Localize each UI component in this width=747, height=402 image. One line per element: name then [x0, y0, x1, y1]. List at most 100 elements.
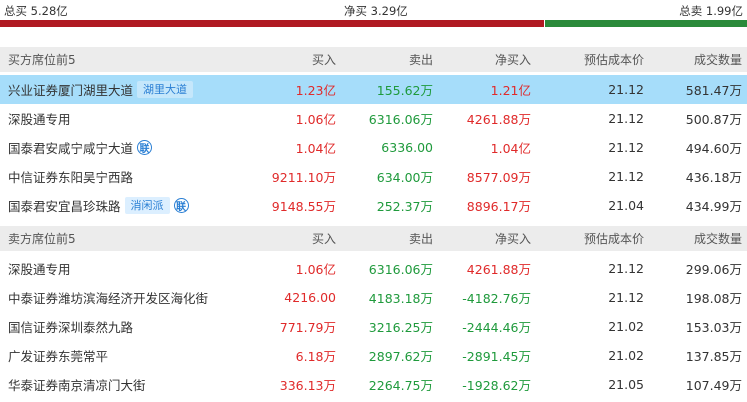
- seat-tag-badge[interactable]: 消闲派: [124, 197, 170, 214]
- sell-section-header-col-0: 卖方席位前5: [8, 232, 76, 246]
- seat-name[interactable]: 国信证券深圳泰然九路: [8, 312, 133, 341]
- cost-value: 21.12: [608, 140, 644, 155]
- seat-name-text[interactable]: 深股通专用: [8, 109, 71, 128]
- cost-value: 21.12: [608, 82, 644, 97]
- table-row[interactable]: 国信证券深圳泰然九路 771.79万 3216.25万 -2444.46万 21.02 1…: [0, 312, 747, 341]
- volume-value: 153.03万: [685, 320, 742, 335]
- buy-value: 6.18万: [295, 349, 336, 364]
- total-sell-label: 总卖 1.99亿: [679, 4, 743, 18]
- volume-value: 494.60万: [685, 141, 742, 156]
- net-value: 4261.88万: [466, 262, 531, 277]
- sell-ratio-segment: [545, 20, 747, 27]
- buy-section-header-col-1[interactable]: 买入: [312, 47, 336, 72]
- buy-section-header-col-0: 买方席位前5: [8, 53, 76, 67]
- table-row[interactable]: 中泰证券潍坊滨海经济开发区海化街 4216.00 4183.18万 -4182.76万…: [0, 283, 747, 312]
- buy-section-header-col-5[interactable]: 成交数量: [694, 47, 742, 72]
- table-row[interactable]: 国泰君安宜昌珍珠路 消闲派联 9148.55万 252.37万 8896.17万 21.0…: [0, 191, 747, 220]
- sell-value: 6316.06万: [368, 112, 433, 127]
- volume-value: 436.18万: [685, 170, 742, 185]
- seat-name[interactable]: 深股通专用: [8, 254, 71, 283]
- net-value: 1.04亿: [490, 141, 531, 156]
- volume-value: 299.06万: [685, 262, 742, 277]
- seat-name-text[interactable]: 华泰证券南京清凉门大街: [8, 375, 146, 394]
- sell-value: 4183.18万: [368, 291, 433, 306]
- net-value: 1.21亿: [490, 83, 531, 98]
- sell-value: 3216.25万: [368, 320, 433, 335]
- seat-name[interactable]: 国泰君安宜昌珍珠路 消闲派联: [8, 191, 189, 220]
- sell-value: 634.00万: [376, 170, 433, 185]
- lian-icon[interactable]: 联: [137, 140, 153, 155]
- net-value: -4182.76万: [462, 291, 531, 306]
- sell-section-header-col-5[interactable]: 成交数量: [694, 226, 742, 251]
- seat-name[interactable]: 中信证券东阳吴宁西路: [8, 162, 133, 191]
- buy-value: 1.23亿: [295, 83, 336, 98]
- buy-value: 9211.10万: [271, 170, 336, 185]
- seat-name[interactable]: 兴业证券厦门湖里大道 湖里大道: [8, 75, 194, 104]
- seat-name-text[interactable]: 国泰君安宜昌珍珠路: [8, 196, 121, 215]
- net-value: 4261.88万: [466, 112, 531, 127]
- buy-value: 1.06亿: [295, 262, 336, 277]
- volume-value: 107.49万: [685, 378, 742, 393]
- table-row[interactable]: 华泰证券南京清凉门大街 336.13万 2264.75万 -1928.62万 21.05…: [0, 370, 747, 399]
- summary-bar: 总买 5.28亿 净买 3.29亿 总卖 1.99亿: [0, 0, 747, 20]
- net-value: -1928.62万: [462, 378, 531, 393]
- seat-name-text[interactable]: 中信证券东阳吴宁西路: [8, 167, 133, 186]
- table-row[interactable]: 中信证券东阳吴宁西路 9211.10万 634.00万 8577.09万 21.12 43…: [0, 162, 747, 191]
- buy-value: 1.04亿: [295, 141, 336, 156]
- cost-value: 21.12: [608, 290, 644, 305]
- sell-value: 252.37万: [376, 199, 433, 214]
- cost-value: 21.12: [608, 261, 644, 276]
- net-value: -2891.45万: [462, 349, 531, 364]
- seat-name[interactable]: 中泰证券潍坊滨海经济开发区海化街: [8, 283, 208, 312]
- cost-value: 21.02: [608, 319, 644, 334]
- sell-section-header: 卖方席位前5 买入 卖出 净买入 预估成本价 成交数量: [0, 226, 747, 251]
- buy-section-header: 买方席位前5 买入 卖出 净买入 预估成本价 成交数量: [0, 47, 747, 72]
- sell-section-header-col-1[interactable]: 买入: [312, 226, 336, 251]
- table-row[interactable]: 深股通专用 1.06亿 6316.06万 4261.88万 21.12 500.87万: [0, 104, 747, 133]
- total-buy-label: 总买 5.28亿: [4, 4, 68, 18]
- net-value: 8896.17万: [466, 199, 531, 214]
- cost-value: 21.05: [608, 377, 644, 392]
- sell-section-header-col-3[interactable]: 净买入: [495, 226, 531, 251]
- seat-name[interactable]: 华泰证券南京清凉门大街: [8, 370, 146, 399]
- cost-value: 21.02: [608, 348, 644, 363]
- sell-value: 155.62万: [376, 83, 433, 98]
- sell-value: 6316.06万: [368, 262, 433, 277]
- sell-value: 2264.75万: [368, 378, 433, 393]
- seat-name-text[interactable]: 国泰君安咸宁咸宁大道: [8, 138, 133, 157]
- seat-name-text[interactable]: 广发证券东莞常平: [8, 346, 108, 365]
- table-row[interactable]: 兴业证券厦门湖里大道 湖里大道 1.23亿 155.62万 1.21亿 21.12 581.…: [0, 75, 747, 104]
- buy-section-header-col-4[interactable]: 预估成本价: [584, 47, 644, 72]
- cost-value: 21.12: [608, 111, 644, 126]
- seat-name[interactable]: 广发证券东莞常平: [8, 341, 108, 370]
- seat-name-text[interactable]: 深股通专用: [8, 259, 71, 278]
- seat-name-text[interactable]: 中泰证券潍坊滨海经济开发区海化街: [8, 288, 208, 307]
- cost-value: 21.12: [608, 169, 644, 184]
- buy-value: 1.06亿: [295, 112, 336, 127]
- sell-section-header-col-4[interactable]: 预估成本价: [584, 226, 644, 251]
- buy-value: 4216.00: [284, 290, 336, 305]
- seat-name[interactable]: 国泰君安咸宁咸宁大道联: [8, 133, 153, 162]
- table-row[interactable]: 国泰君安咸宁咸宁大道联 1.04亿 6336.00 1.04亿 21.12 494.60万: [0, 133, 747, 162]
- table-row[interactable]: 广发证券东莞常平 6.18万 2897.62万 -2891.45万 21.02 137.8…: [0, 341, 747, 370]
- lian-icon[interactable]: 联: [173, 198, 189, 213]
- table-row[interactable]: 深股通专用 1.06亿 6316.06万 4261.88万 21.12 299.06万: [0, 254, 747, 283]
- seat-name-text[interactable]: 国信证券深圳泰然九路: [8, 317, 133, 336]
- buy-section-header-col-2[interactable]: 卖出: [409, 47, 433, 72]
- volume-value: 434.99万: [685, 199, 742, 214]
- seat-tag-badge[interactable]: 湖里大道: [137, 81, 194, 98]
- volume-value: 198.08万: [685, 291, 742, 306]
- net-buy-label: 净买 3.29亿: [344, 4, 408, 18]
- buy-sell-ratio-bar: [0, 20, 747, 27]
- volume-value: 581.47万: [685, 83, 742, 98]
- net-value: 8577.09万: [466, 170, 531, 185]
- buy-section-header-col-3[interactable]: 净买入: [495, 47, 531, 72]
- sell-section-header-col-2[interactable]: 卖出: [409, 226, 433, 251]
- sell-value: 2897.62万: [368, 349, 433, 364]
- buy-value: 336.13万: [279, 378, 336, 393]
- seat-name-text[interactable]: 兴业证券厦门湖里大道: [8, 80, 133, 99]
- sell-value: 6336.00: [381, 140, 433, 155]
- seat-name[interactable]: 深股通专用: [8, 104, 71, 133]
- buy-value: 9148.55万: [271, 199, 336, 214]
- buy-ratio-segment: [0, 20, 544, 27]
